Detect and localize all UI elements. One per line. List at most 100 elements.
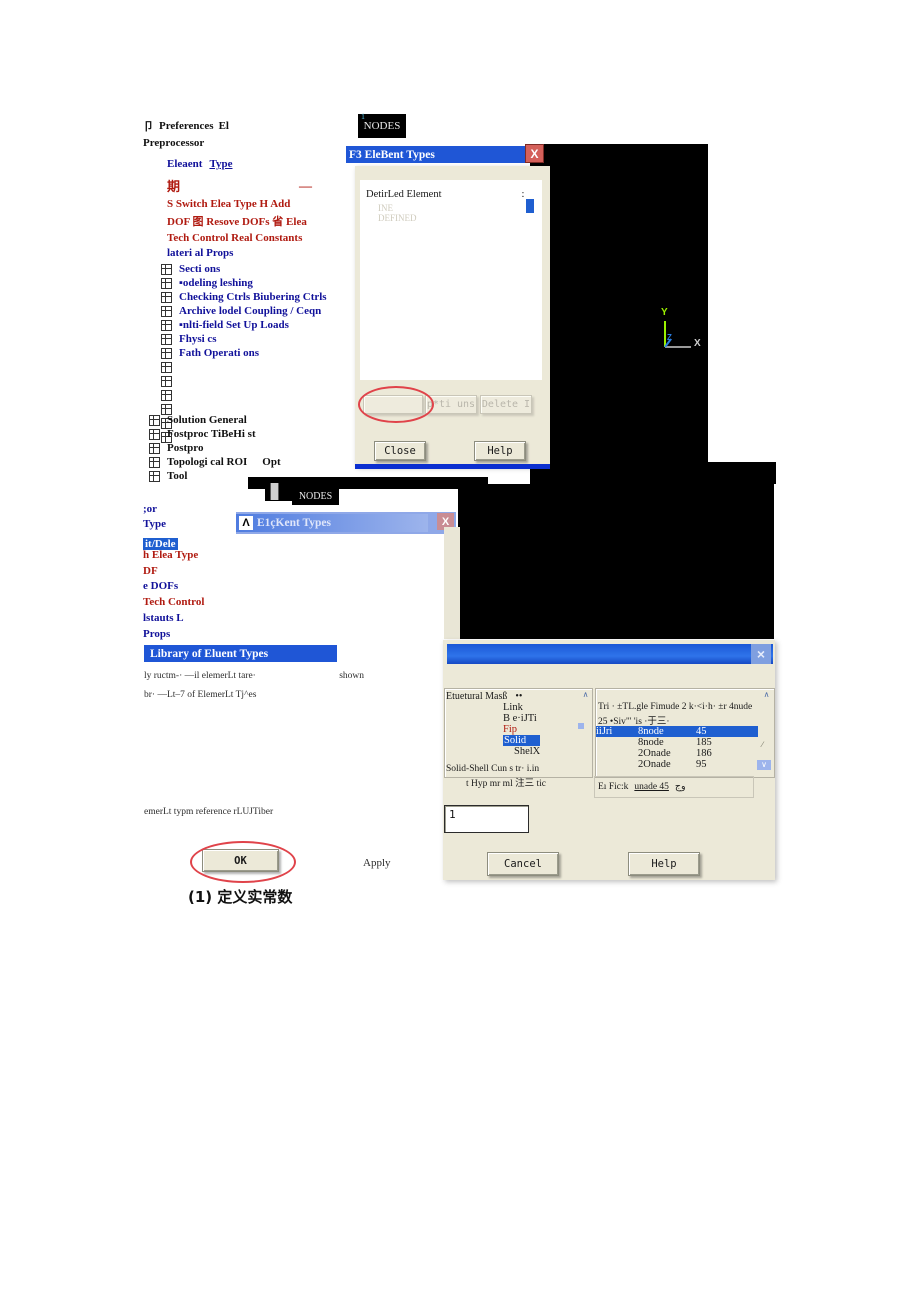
expand-plus-icon[interactable]: [161, 305, 172, 317]
close-icon: X: [530, 146, 539, 161]
menu-item-topological-label: Topologi cal ROI: [167, 456, 248, 468]
dialog-element-types-close-button[interactable]: X: [525, 144, 544, 163]
table-row[interactable]: 8node 185: [596, 737, 758, 748]
menu-expandable-row[interactable]: Fhysi cs: [161, 332, 358, 346]
expand-plus-icon[interactable]: [149, 456, 160, 468]
cancel-button[interactable]: Cancel: [487, 852, 559, 876]
expand-plus-icon[interactable]: [149, 414, 160, 426]
library-left-scroll-up-icon[interactable]: ∧: [581, 690, 590, 699]
menu-item-preprocessor[interactable]: Preprocessor: [143, 137, 358, 149]
table-cell-id: 45: [696, 726, 707, 737]
expand-plus-icon[interactable]: [161, 361, 172, 373]
menu2-item-remove-dofs[interactable]: e DOFs: [143, 580, 263, 596]
triad-label-y: Y: [661, 307, 668, 318]
library-left-list-header: Etuetural Masß ••: [446, 691, 522, 702]
chevron-down-icon: ∨: [761, 760, 767, 769]
expand-plus-icon[interactable]: [161, 319, 172, 331]
expand-plus-icon[interactable]: [161, 263, 172, 275]
list-item[interactable]: Fip: [503, 724, 563, 735]
help-dialog-label: Help: [487, 445, 513, 457]
help-dialog-button[interactable]: Help: [474, 441, 526, 461]
annotation-ellipse-add: [358, 386, 434, 423]
menu-item-element-type-link[interactable]: Type: [209, 158, 232, 170]
menu-expandable-row[interactable]: Secti ons: [161, 262, 358, 276]
element-type-reference-number-field[interactable]: 1: [444, 805, 529, 833]
expand-plus-icon[interactable]: [149, 470, 160, 482]
library-help-button[interactable]: Help: [628, 852, 700, 876]
library-middle-scroll-thumb[interactable]: [578, 723, 584, 729]
dialog-element-types-2-titlebar[interactable]: Λ E1çKent Types: [236, 514, 428, 532]
expand-plus-icon[interactable]: [161, 333, 172, 345]
menu-expandable-row[interactable]: [161, 388, 358, 402]
table-row-selected[interactable]: iiJri 8node 45: [596, 726, 758, 737]
menu-item-preferences[interactable]: 卩 Preferences El: [143, 118, 358, 134]
coordinate-triad: Y X Z: [655, 305, 705, 355]
library-banner-label: Library of Eluent Types: [150, 647, 269, 660]
library-right-header-1: Tri · ±TL.gle Fimude 2 k·<i·h· ±r 4nude: [598, 702, 753, 712]
defined-element-header: DetirLed Element :: [366, 189, 524, 200]
library-right-scroll-down-icon[interactable]: ∨: [757, 760, 771, 770]
delete-element-type-button[interactable]: Delete I: [480, 395, 532, 414]
list-item[interactable]: ShelX: [503, 746, 563, 757]
menu-item-switch-elem-type[interactable]: S Switch Elea Type H Add: [167, 198, 358, 210]
menu2-item-material-props[interactable]: Props: [143, 628, 263, 644]
menu-item-material-props[interactable]: lateri al Props: [167, 247, 358, 259]
expand-plus-icon[interactable]: [149, 442, 160, 454]
dialog-library-titlebar[interactable]: ×: [447, 644, 773, 664]
table-row[interactable]: 2Onade 186: [596, 748, 758, 759]
expand-plus-icon[interactable]: [161, 389, 172, 401]
menu-item-real-constants[interactable]: Tech Control Real Constants: [167, 232, 358, 244]
table-row[interactable]: 2Onade 95: [596, 759, 758, 770]
menu2-item-preprocessor[interactable]: ;or: [143, 503, 263, 518]
menu-expandable-row[interactable]: ▪odeling leshing: [161, 276, 358, 290]
menu-expandable-row[interactable]: Fath Operati ons: [161, 346, 358, 360]
expand-plus-icon[interactable]: [149, 428, 160, 440]
dialog-element-types-titlebar[interactable]: F3 EleBent Types: [346, 146, 532, 163]
list-item-label: ShelX: [514, 746, 541, 757]
menu-item-postpro[interactable]: Postpro: [149, 441, 349, 455]
menu2-item-real-constants[interactable]: lstauts L: [143, 612, 263, 628]
menu-expandable-row[interactable]: Archive lodel Coupling / Ceqn: [161, 304, 358, 318]
table-cell-nodes: 2Onade: [638, 748, 671, 759]
delete-element-type-label: Delete I: [481, 399, 531, 410]
table-cell-id: 185: [696, 737, 712, 748]
list-item-selected[interactable]: Solid: [503, 735, 540, 746]
menu2-item-type[interactable]: Type: [143, 518, 263, 534]
cancel-button-label: Cancel: [504, 858, 542, 870]
menu-expandable-row[interactable]: [161, 374, 358, 388]
graphics-window-bottom[interactable]: [458, 484, 774, 639]
menu-item-element-type[interactable]: Eleaent Type: [167, 154, 358, 172]
triad-label-z: Z: [667, 333, 672, 342]
graphics-window-top-extension: [548, 462, 776, 484]
menu-expandable-label: Checking Ctrls Biubering Ctrls: [179, 291, 327, 303]
menu2-item-tech-control[interactable]: Tech Control: [143, 596, 263, 612]
library-right-scroll-up-icon[interactable]: ∧: [762, 690, 771, 699]
dialog-element-types-scroll-thumb[interactable]: [526, 199, 534, 213]
library-right-list-rows[interactable]: iiJri 8node 45 8node 185 2Onade 186 2Ona…: [596, 726, 758, 770]
menu-item-postproc[interactable]: Fostproc TiBeHi st: [149, 427, 349, 441]
menu2-item-add-edit-delete[interactable]: it/Dele: [143, 534, 263, 550]
menu-item-topological-opt[interactable]: Topologi cal ROI Opt: [149, 455, 349, 469]
menu-item-dof[interactable]: DOF 图 Resove DOFs 省 Elea: [167, 213, 358, 229]
apply-button[interactable]: Apply: [363, 857, 391, 869]
list-item[interactable]: Link: [503, 702, 563, 713]
menu2-item-dof[interactable]: DF: [143, 565, 263, 580]
menu-expandable-row[interactable]: ▪nlti-field Set Up Loads: [161, 318, 358, 332]
menu-item-postpro-label: Postpro: [167, 442, 204, 454]
expand-plus-icon[interactable]: [161, 375, 172, 387]
menu-item-solution[interactable]: Solution General: [149, 413, 349, 427]
menu2-item-switch-elem-type[interactable]: h Elea Type: [143, 549, 263, 565]
expand-plus-icon[interactable]: [161, 277, 172, 289]
dialog-library-close-button[interactable]: ×: [751, 644, 771, 664]
expand-plus-icon[interactable]: [161, 291, 172, 303]
expand-plus-icon[interactable]: [161, 347, 172, 359]
list-item[interactable]: B e·iJTi: [503, 713, 563, 724]
menu-expandable-row[interactable]: [161, 360, 358, 374]
menu-expandable-row[interactable]: Checking Ctrls Biubering Ctrls: [161, 290, 358, 304]
library-left-footer-2: t Hyp mr ml 注三 tic: [466, 779, 546, 789]
library-left-list-items[interactable]: Link B e·iJTi Fip Solid ShelX: [503, 702, 563, 757]
list-item-label: Fip: [503, 724, 518, 735]
close-dialog-button[interactable]: Close: [374, 441, 426, 461]
chevron-up-icon: ∧: [582, 690, 589, 699]
nodes-tick-text: 1: [361, 112, 365, 121]
